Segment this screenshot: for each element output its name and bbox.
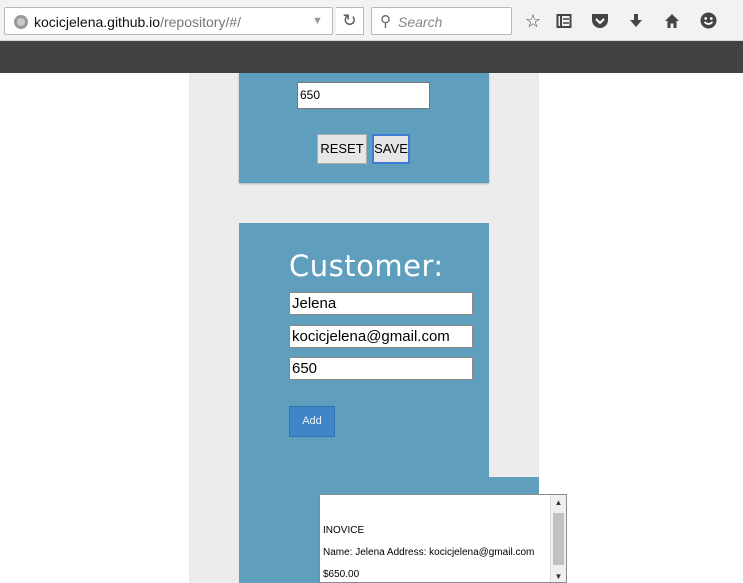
search-bar[interactable]: ⚲ Search [371,7,512,35]
invoice-title: INOVICE [323,525,365,536]
globe-icon [14,15,28,29]
bookmark-star-icon[interactable]: ☆ [521,9,545,33]
customer-title: Customer: [289,249,444,283]
scroll-down-arrow-icon[interactable]: ▼ [551,569,566,582]
url-bar[interactable]: kocicjelena.github.io/repository/#/ ▼ [4,7,333,35]
url-text[interactable]: kocicjelena.github.io/repository/#/ [34,14,241,30]
customer-name-input[interactable]: Jelena [289,292,473,315]
search-icon: ⚲ [380,13,391,30]
save-button[interactable]: SAVE [372,134,410,164]
pocket-icon[interactable] [588,9,612,33]
scroll-up-arrow-icon[interactable]: ▲ [551,495,566,510]
invoice-textarea[interactable]: INOVICE Name: Jelena Address: kocicjelen… [319,494,567,583]
url-host: kocicjelena.github.io [34,14,161,30]
customer-amount-input[interactable]: 650 [289,357,473,380]
search-placeholder: Search [398,14,443,30]
reload-icon[interactable]: ↻ [336,7,364,35]
browser-toolbar: kocicjelena.github.io/repository/#/ ▼ ↻ … [0,0,743,41]
home-icon[interactable] [660,9,684,33]
amount-edit-input[interactable]: 650 [297,82,430,109]
add-button[interactable]: Add [289,406,335,437]
url-path: /repository/#/ [160,14,242,30]
reading-list-icon[interactable] [552,9,576,33]
page-header-bar [0,41,743,73]
url-dropdown-icon[interactable]: ▼ [312,15,323,27]
download-icon[interactable] [624,9,648,33]
reset-button[interactable]: RESET [317,134,367,164]
invoice-amount-line: $650.00 [323,569,360,580]
invoice-scrollbar[interactable]: ▲ ▼ [550,495,566,582]
smiley-icon[interactable] [696,9,720,33]
invoice-name-line: Name: Jelena Address: kocicjelena@gmail.… [323,547,535,558]
scroll-thumb[interactable] [553,513,564,565]
customer-email-input[interactable]: kocicjelena@gmail.com [289,325,473,348]
